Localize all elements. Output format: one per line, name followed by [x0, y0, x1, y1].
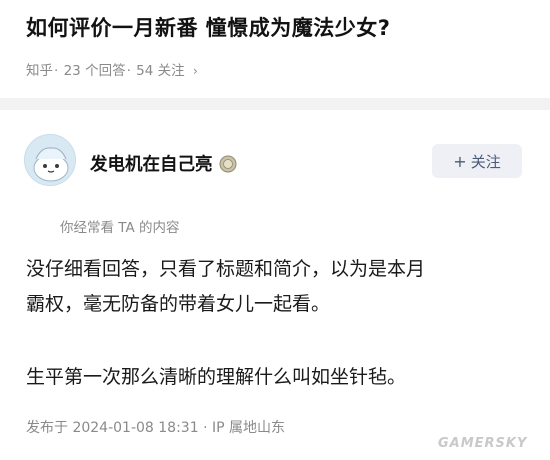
- follow-label: 关注: [470, 152, 501, 171]
- author-row[interactable]: 发电机在自己亮: [90, 151, 237, 176]
- answer-paragraph: 霸权，毫无防备的带着女儿一起看。: [26, 293, 331, 315]
- meta-separator: ·: [126, 63, 131, 79]
- answer-count: 23 个回答: [63, 63, 126, 79]
- section-divider: [0, 98, 550, 110]
- frequently-viewed-note: 你经常看 TA 的内容: [60, 220, 180, 236]
- cartoon-avatar-icon: [25, 135, 75, 185]
- author-name[interactable]: 发电机在自己亮: [90, 151, 213, 176]
- meta-separator: ·: [54, 63, 59, 79]
- answer-paragraph: 没仔细看回答，只看了标题和简介，以为是本月: [26, 258, 426, 280]
- avatar[interactable]: [24, 134, 76, 186]
- footer-separator: ·: [203, 420, 212, 436]
- watermark: GAMERSKY: [438, 436, 528, 451]
- medal-badge-icon: [219, 155, 237, 173]
- follow-button[interactable]: + 关注: [432, 144, 522, 178]
- question-title[interactable]: 如何评价一月新番 憧憬成为魔法少女?: [26, 12, 391, 42]
- answer-paragraph: 生平第一次那么清晰的理解什么叫如坐针毡。: [26, 366, 407, 388]
- ip-location: IP 属地山东: [211, 420, 285, 436]
- chevron-right-icon: ›: [192, 64, 198, 78]
- answer-content: 没仔细看回答，只看了标题和简介，以为是本月 霸权，毫无防备的带着女儿一起看。 生…: [26, 252, 536, 395]
- question-meta[interactable]: 知乎· 23 个回答· 54 关注 ›: [26, 59, 198, 79]
- plus-icon: +: [453, 151, 467, 171]
- answer-footer: 发布于 2024-01-08 18:31 · IP 属地山东: [26, 417, 285, 437]
- follower-count: 54 关注: [136, 63, 185, 79]
- publish-time: 发布于 2024-01-08 18:31: [26, 420, 199, 436]
- source-label: 知乎: [26, 63, 53, 79]
